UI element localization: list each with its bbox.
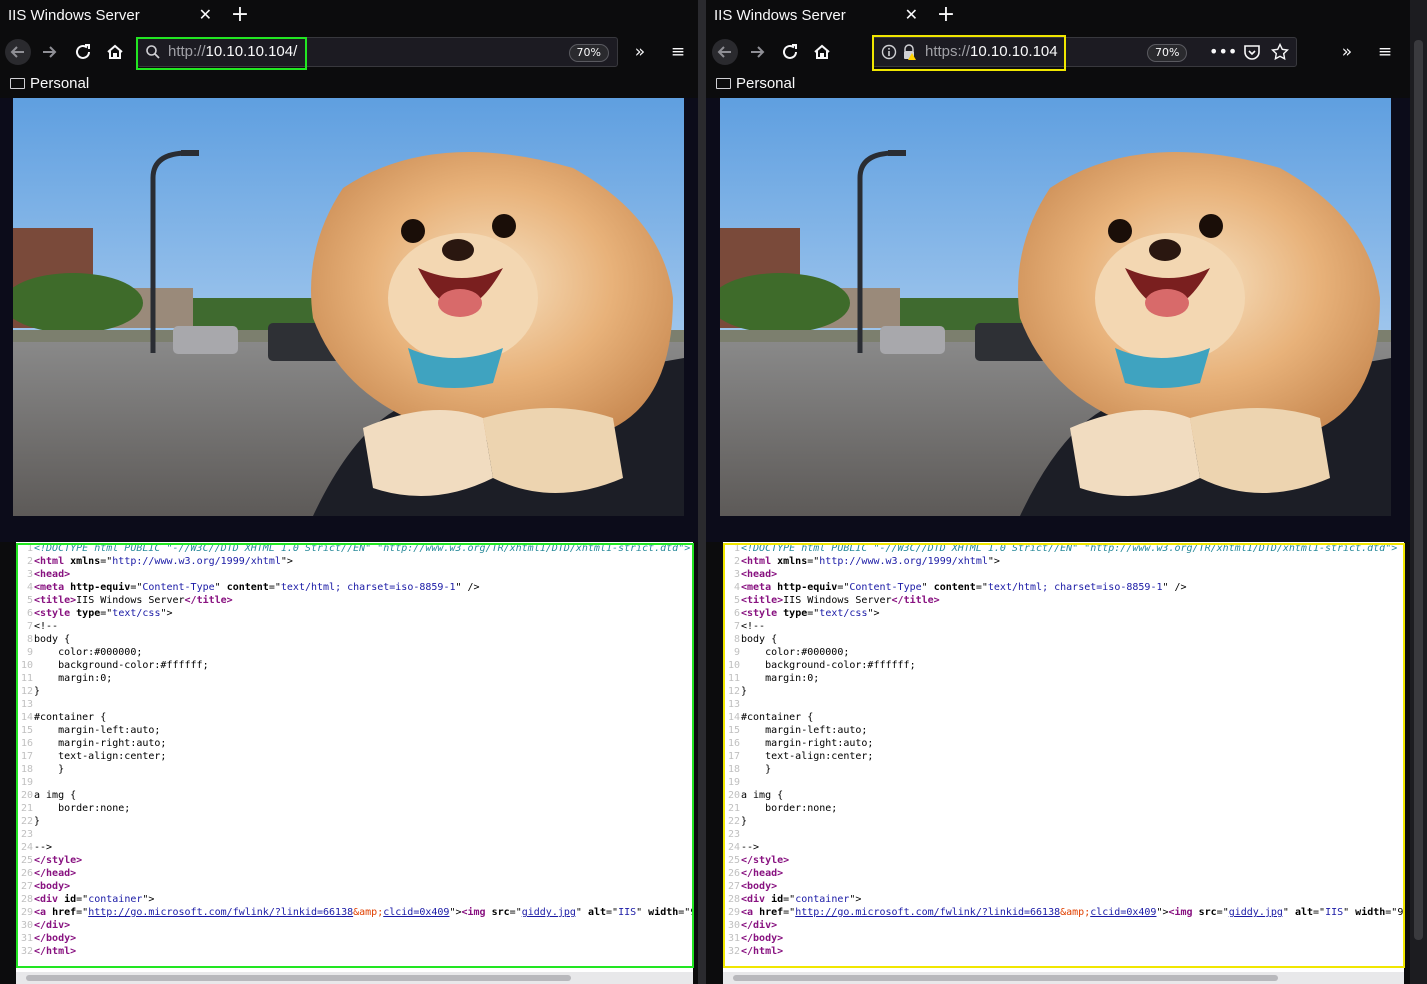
overflow-icon[interactable]: » bbox=[1333, 38, 1361, 66]
horizontal-scrollbar[interactable] bbox=[723, 972, 1404, 984]
horizontal-scrollbar[interactable] bbox=[16, 972, 693, 984]
bookmarks-toolbar: Personal bbox=[0, 72, 698, 96]
reload-icon[interactable] bbox=[776, 38, 804, 66]
close-icon[interactable]: ✕ bbox=[199, 0, 212, 32]
navigation-toolbar: https://10.10.10.104 70% ••• » ≡ bbox=[706, 32, 1410, 72]
dog-photo[interactable] bbox=[720, 98, 1391, 516]
back-icon[interactable] bbox=[711, 38, 739, 66]
close-icon[interactable]: ✕ bbox=[905, 0, 918, 32]
scrollbar-thumb[interactable] bbox=[26, 975, 571, 981]
back-icon[interactable] bbox=[4, 38, 32, 66]
page-viewport bbox=[706, 98, 1410, 542]
url-highlight-green bbox=[136, 37, 307, 70]
new-tab-icon[interactable]: + bbox=[934, 0, 958, 32]
page-actions-icon[interactable]: ••• bbox=[1209, 42, 1237, 61]
source-highlight-green bbox=[16, 543, 694, 968]
bookmark-folder-personal[interactable]: Personal bbox=[716, 74, 795, 94]
scrollbar-thumb[interactable] bbox=[733, 975, 1278, 981]
tab-title: IIS Windows Server bbox=[8, 7, 140, 24]
tab-bar: IIS Windows Server ✕ + bbox=[706, 0, 1410, 32]
bookmarks-toolbar: Personal bbox=[706, 72, 1410, 96]
folder-icon bbox=[716, 78, 731, 89]
dog-photo[interactable] bbox=[13, 98, 684, 516]
forward-icon[interactable] bbox=[744, 38, 772, 66]
source-highlight-yellow bbox=[723, 543, 1405, 968]
vertical-scrollbar[interactable] bbox=[1410, 0, 1427, 984]
bookmark-folder-personal[interactable]: Personal bbox=[10, 74, 89, 94]
tab-iis-windows-server[interactable]: IIS Windows Server ✕ bbox=[706, 0, 926, 32]
overflow-icon[interactable]: » bbox=[626, 38, 654, 66]
reload-icon[interactable] bbox=[69, 38, 97, 66]
hamburger-menu-icon[interactable]: ≡ bbox=[1371, 38, 1399, 66]
tab-bar: IIS Windows Server ✕ + bbox=[0, 0, 698, 32]
home-icon[interactable] bbox=[101, 38, 129, 66]
bookmark-label: Personal bbox=[736, 75, 796, 92]
hamburger-menu-icon[interactable]: ≡ bbox=[664, 38, 692, 66]
navigation-toolbar: http://10.10.10.104/ 70% » ≡ bbox=[0, 32, 698, 72]
url-highlight-yellow bbox=[872, 35, 1066, 71]
bookmark-label: Personal bbox=[30, 75, 90, 92]
scrollbar-thumb[interactable] bbox=[1414, 40, 1423, 940]
home-icon[interactable] bbox=[808, 38, 836, 66]
page-viewport bbox=[0, 98, 698, 542]
tab-iis-windows-server[interactable]: IIS Windows Server ✕ bbox=[0, 0, 220, 32]
forward-icon[interactable] bbox=[36, 38, 64, 66]
zoom-indicator[interactable]: 70% bbox=[568, 44, 609, 62]
browser-window-http: IIS Windows Server ✕ + http://10.10.10.1… bbox=[0, 0, 698, 984]
pocket-icon[interactable] bbox=[1243, 43, 1261, 65]
tab-title: IIS Windows Server bbox=[714, 7, 846, 24]
bookmark-star-icon[interactable] bbox=[1270, 42, 1290, 65]
new-tab-icon[interactable]: + bbox=[228, 0, 252, 32]
browser-window-https: IIS Windows Server ✕ + https://10.10.10.… bbox=[706, 0, 1410, 984]
zoom-indicator[interactable]: 70% bbox=[1147, 44, 1188, 62]
window-divider bbox=[698, 0, 706, 984]
folder-icon bbox=[10, 78, 25, 89]
